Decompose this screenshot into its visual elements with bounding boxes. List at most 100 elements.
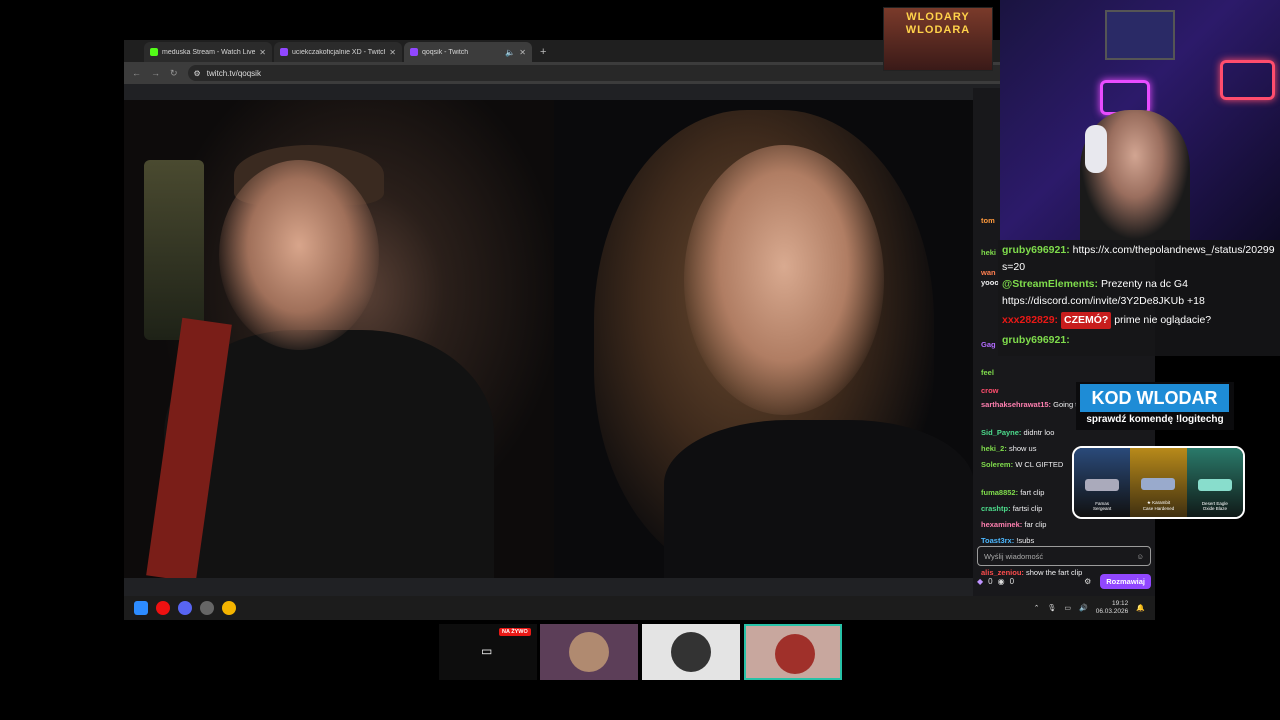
chat-username[interactable]: Gag	[981, 340, 996, 349]
chat-username[interactable]: hexaminek:	[981, 520, 1024, 529]
stream-thumbnail[interactable]	[744, 624, 842, 680]
chat-input[interactable]: Wyślij wiadomość ☺	[977, 546, 1151, 566]
chat-username[interactable]: Solerem:	[981, 460, 1015, 469]
poster: WLODARY WLODARA	[883, 7, 993, 71]
emote-icon[interactable]: ☺	[1136, 552, 1144, 561]
skin-card: ★ Karambit Case Hardened	[1130, 448, 1187, 517]
reload-icon[interactable]: ↻	[170, 68, 178, 79]
chat-username[interactable]: tom	[981, 216, 995, 225]
twitch-icon	[410, 48, 418, 56]
overlay-chat-message: gruby696921: https://x.com/thepolandnews…	[1002, 242, 1278, 259]
chat-text: didntr loo	[1023, 428, 1055, 437]
system-tray: ⌃ 🎙 ▭ 🔊 19:12 06.03.2026 🔔	[1034, 600, 1155, 616]
new-tab-button[interactable]: +	[534, 42, 552, 62]
chat-username[interactable]: feel	[981, 368, 994, 377]
avatar	[775, 634, 815, 674]
twitch-icon	[280, 48, 288, 56]
app-icon[interactable]	[200, 601, 214, 615]
overlay-chat-username: gruby696921:	[1002, 334, 1070, 346]
tab-title: uciekczakoficjalnie XD - Twitch	[292, 48, 386, 56]
face	[684, 145, 884, 415]
tab-meduska[interactable]: meduska Stream - Watch Live o ✕	[144, 42, 272, 62]
chrome-icon[interactable]	[222, 601, 236, 615]
discord-icon[interactable]	[178, 601, 192, 615]
chat-username[interactable]: Sid_Payne:	[981, 428, 1024, 437]
chat-send-button[interactable]: Rozmawiaj	[1100, 573, 1151, 589]
skins-promo: Famas Sergeant ★ Karambit Case Hardened …	[1072, 446, 1245, 519]
overlay-chat-message: xxx282829: CZEMÓ? prime nie oglądacie?	[1002, 312, 1278, 329]
neon-sign	[1220, 60, 1275, 100]
chat-text: fart clip	[1020, 488, 1045, 497]
face	[219, 160, 379, 350]
opera-icon[interactable]	[156, 601, 170, 615]
site-info-icon[interactable]: ⚙	[194, 69, 201, 78]
wall-frame	[1105, 10, 1175, 60]
chat-text: far clip	[1024, 520, 1047, 529]
chat-username[interactable]: yooo	[981, 278, 999, 287]
stream-thumbnail[interactable]	[540, 624, 638, 680]
avatar	[569, 632, 609, 672]
chat-text: !subs	[1016, 536, 1035, 545]
pistol-icon	[1197, 479, 1232, 491]
tab-title: meduska Stream - Watch Live o	[162, 48, 256, 56]
chat-input-placeholder: Wyślij wiadomość	[984, 552, 1044, 561]
close-icon[interactable]: ✕	[519, 48, 526, 57]
volume-icon[interactable]: 🔊	[1079, 604, 1088, 612]
chat-username[interactable]: sarthaksehrawat15:	[981, 400, 1053, 409]
chat-username[interactable]: Toast3rx:	[981, 536, 1016, 545]
channel-points-icon[interactable]: ◆	[977, 577, 983, 586]
bits-icon[interactable]: ◉	[998, 577, 1005, 586]
close-icon[interactable]: ✕	[389, 48, 396, 57]
taskbar: ⌃ 🎙 ▭ 🔊 19:12 06.03.2026 🔔	[124, 596, 1155, 620]
overlay-chat-text: https://x.com/thepolandnews_/status/2029…	[1072, 244, 1275, 256]
webcam-overlay	[1000, 0, 1280, 240]
overlay-chat-username: xxx282829:	[1002, 314, 1061, 326]
mic-icon[interactable]: 🎙	[1048, 604, 1057, 612]
kick-icon	[150, 48, 158, 56]
chat-username[interactable]: crow	[981, 386, 999, 395]
tab-title: qoqsik - Twitch	[422, 48, 469, 56]
speaker-icon[interactable]: 🔈	[505, 48, 515, 57]
overlay-chat-username: gruby696921:	[1002, 244, 1073, 256]
close-icon[interactable]: ✕	[259, 48, 266, 57]
jacket	[664, 420, 973, 578]
chat-message: hexaminek: far clip	[981, 520, 1151, 530]
chat-text: W CL GIFTED	[1015, 460, 1064, 469]
stream-thumbnail[interactable]: NA ŻYWO ▭	[439, 624, 537, 680]
headset	[1085, 125, 1107, 173]
clock[interactable]: 19:12 06.03.2026	[1096, 600, 1129, 616]
overlay-chat: gruby696921: https://x.com/thepolandnews…	[998, 240, 1280, 356]
stream-thumbnail[interactable]	[642, 624, 740, 680]
chat-username[interactable]: wan	[981, 268, 996, 277]
date: 06.03.2026	[1095, 608, 1129, 615]
overlay-chat-message: gruby696921:	[1002, 332, 1278, 349]
chat-username[interactable]: heki	[981, 248, 996, 257]
tab-qoqsik[interactable]: qoqsik - Twitch 🔈 ✕	[404, 42, 532, 62]
car-window	[144, 160, 204, 340]
bits-count: 0	[1009, 576, 1015, 586]
chat-message: feel	[981, 368, 1151, 378]
display-icon[interactable]: ▭	[1064, 604, 1071, 612]
url-text: twitch.tv/qoqsik	[206, 68, 261, 78]
knife-icon	[1141, 478, 1176, 490]
chevron-up-icon[interactable]: ⌃	[1034, 604, 1040, 612]
back-icon[interactable]: ←	[132, 68, 141, 78]
settings-icon[interactable]: ⚙	[1084, 577, 1091, 586]
channel-points: 0	[988, 576, 993, 586]
chat-username[interactable]: heki_2:	[981, 444, 1009, 453]
promo-subtitle: sprawdź komendę !logitechg	[1086, 414, 1224, 425]
rifle-icon	[1085, 479, 1120, 491]
chat-username[interactable]: crashtp:	[981, 504, 1013, 513]
monitor-icon: ▭	[481, 644, 493, 658]
video-player[interactable]	[124, 100, 973, 578]
overlay-chat-message: s=20	[1002, 259, 1278, 276]
forward-icon[interactable]: →	[151, 68, 160, 78]
overlay-chat-text: prime nie oglądacie?	[1114, 314, 1212, 326]
skin-card: Desert Eagle Oxide Blaze	[1186, 448, 1243, 517]
chat-username[interactable]: fuma8852:	[981, 488, 1020, 497]
avatar	[671, 632, 711, 672]
tab-uciekczak[interactable]: uciekczakoficjalnie XD - Twitch ✕	[274, 42, 402, 62]
windows-start-icon[interactable]	[134, 601, 148, 615]
chat-message: Toast3rx: !subs	[981, 536, 1151, 546]
notification-icon[interactable]: 🔔	[1136, 604, 1145, 612]
